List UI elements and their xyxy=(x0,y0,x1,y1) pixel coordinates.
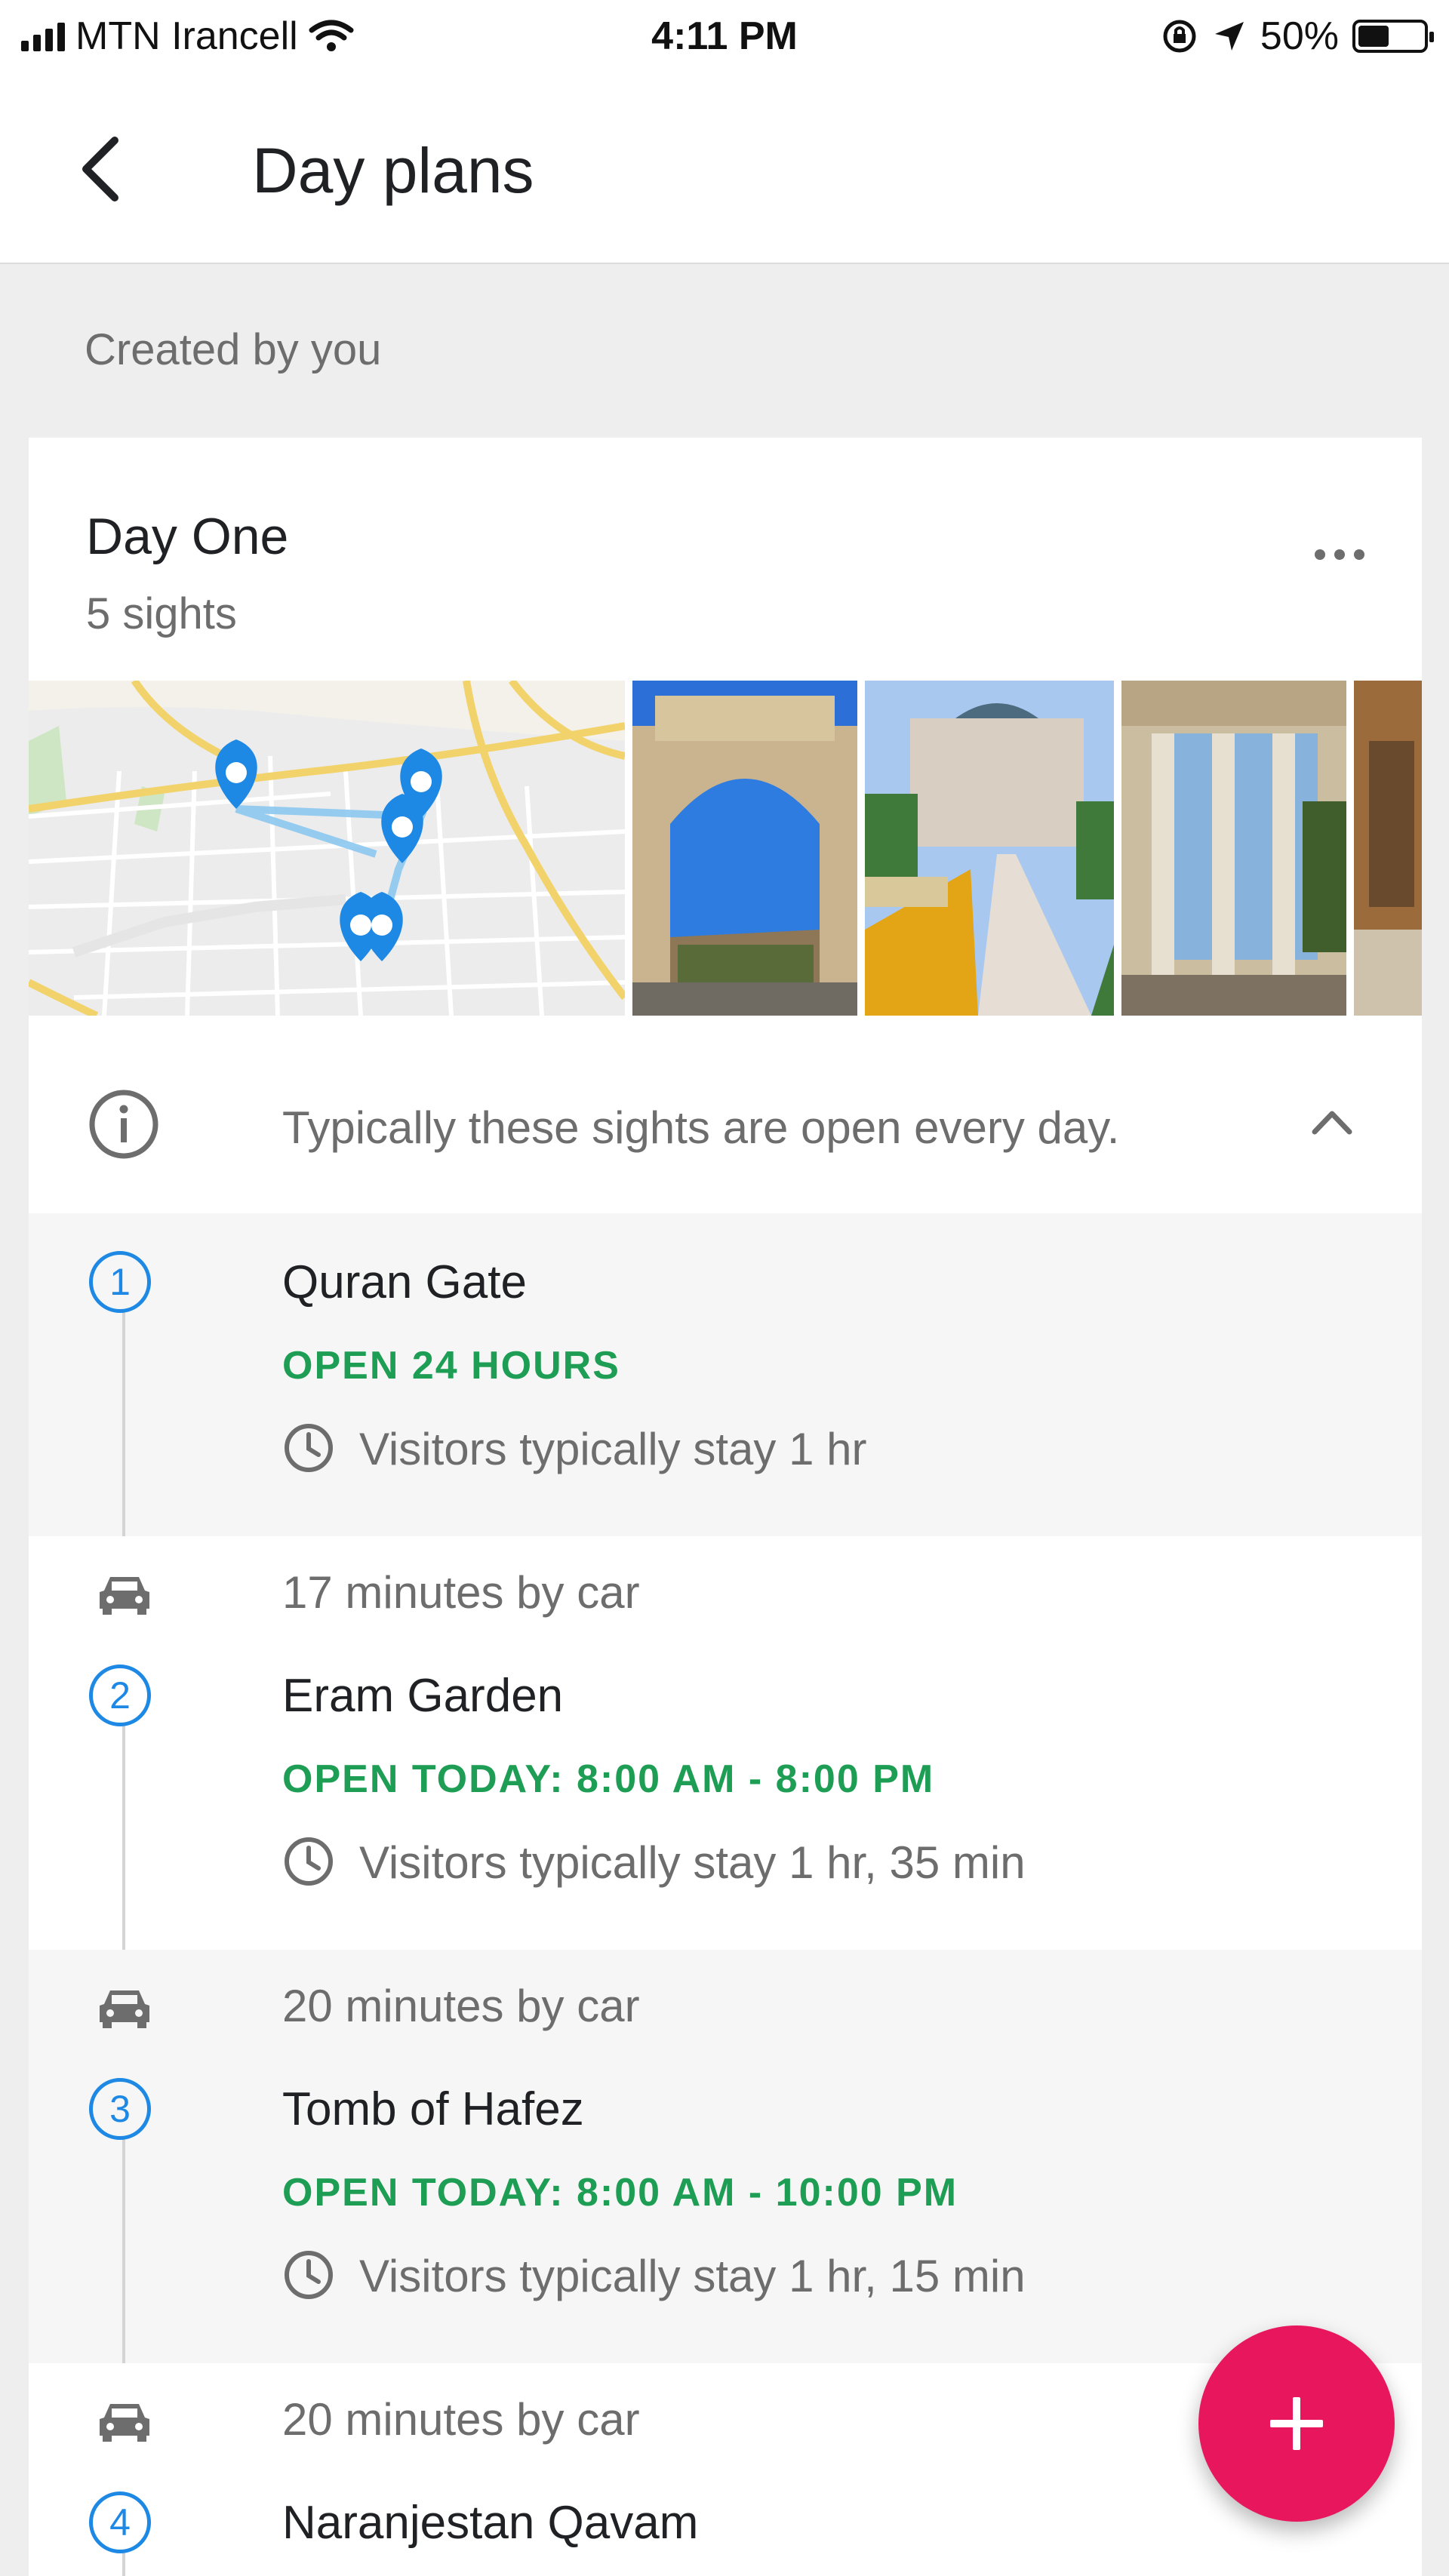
battery-percent: 50% xyxy=(1260,14,1339,58)
stop-number-badge: 4 xyxy=(89,2491,151,2553)
battery-icon xyxy=(1352,20,1434,53)
timeline-line xyxy=(122,1298,125,1536)
day-plan-card[interactable]: Day One 5 sights Typically these sights … xyxy=(29,438,1422,2576)
stop-name: Naranjestan Qavam xyxy=(282,2497,699,2549)
opening-info-text: Typically these sights are open every da… xyxy=(282,1102,1120,1153)
photo-quran-gate[interactable] xyxy=(632,681,857,1016)
photo-naranjestan-qavam[interactable] xyxy=(1354,681,1422,1016)
plus-icon xyxy=(1270,2397,1323,2450)
location-arrow-icon xyxy=(1214,22,1244,51)
plan-title: Day One xyxy=(86,508,289,565)
stop-hours: OPEN 24 HOURS xyxy=(282,1344,620,1388)
car-icon xyxy=(100,1577,149,1615)
route-map[interactable] xyxy=(29,681,625,1016)
stop-name: Quran Gate xyxy=(282,1256,527,1308)
stop-number-badge: 3 xyxy=(89,2078,151,2140)
car-icon xyxy=(100,2404,149,2442)
photo-eram-garden[interactable] xyxy=(865,681,1114,1016)
more-icon[interactable] xyxy=(1315,549,1364,560)
photo-strip[interactable] xyxy=(29,681,1422,1016)
chevron-up-icon[interactable] xyxy=(1306,1096,1358,1148)
plan-sight-count: 5 sights xyxy=(86,589,237,638)
stop-visit-duration: Visitors typically stay 1 hr, 15 min xyxy=(359,2251,1026,2301)
stop-name: Eram Garden xyxy=(282,1670,564,1722)
rotation-lock-icon xyxy=(1163,20,1196,53)
stop-hours: OPEN TODAY: 8:00 AM - 8:00 PM xyxy=(282,1757,935,1801)
travel-time: 20 minutes by car xyxy=(282,2394,640,2445)
clock-icon xyxy=(285,1837,333,1886)
photo-tomb-of-hafez[interactable] xyxy=(1121,681,1346,1016)
clock-icon xyxy=(285,1424,333,1472)
timeline-line xyxy=(122,2128,125,2363)
status-right: 50% xyxy=(1161,14,1434,59)
timeline-line xyxy=(122,1714,125,1950)
stop-item-3[interactable]: 20 minutes by car 3 Tomb of Hafez OPEN T… xyxy=(29,1950,1422,2363)
travel-time: 17 minutes by car xyxy=(282,1567,640,1618)
status-bar: MTN Irancell 4:11 PM 50% xyxy=(0,0,1449,75)
car-icon xyxy=(100,1990,149,2028)
travel-time: 20 minutes by car xyxy=(282,1981,640,2031)
stop-visit-duration: Visitors typically stay 1 hr, 35 min xyxy=(359,1837,1026,1888)
back-arrow-icon[interactable] xyxy=(68,131,143,207)
stop-number-badge: 1 xyxy=(89,1251,151,1313)
add-sight-button[interactable] xyxy=(1198,2325,1395,2522)
app-bar: Day plans xyxy=(0,75,1449,264)
stop-item-2[interactable]: 17 minutes by car 2 Eram Garden OPEN TOD… xyxy=(29,1536,1422,1950)
stop-name: Tomb of Hafez xyxy=(282,2083,584,2135)
clock-icon xyxy=(285,2251,333,2299)
opening-info-row[interactable]: Typically these sights are open every da… xyxy=(29,1016,1422,1213)
stop-item-1[interactable]: 1 Quran Gate OPEN 24 HOURS Visitors typi… xyxy=(29,1213,1422,1536)
stop-number-badge: 2 xyxy=(89,1665,151,1726)
page-title: Day plans xyxy=(252,135,534,206)
stop-hours: OPEN TODAY: 8:00 AM - 10:00 PM xyxy=(282,2171,958,2215)
info-icon xyxy=(89,1090,158,1159)
section-label: Created by you xyxy=(85,325,382,374)
stop-visit-duration: Visitors typically stay 1 hr xyxy=(359,1424,867,1474)
